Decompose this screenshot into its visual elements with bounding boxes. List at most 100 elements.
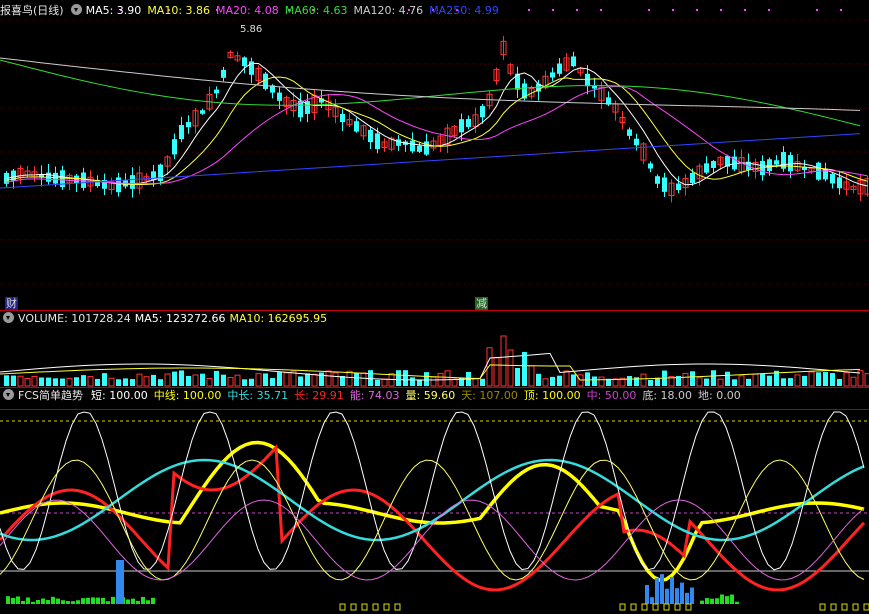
volume-bar-down bbox=[837, 379, 842, 386]
volume-bar-up bbox=[864, 373, 869, 387]
volume-bar-down bbox=[305, 373, 310, 386]
ma-label-2: MA20: 4.08 bbox=[216, 4, 279, 17]
fcs-green-bar bbox=[730, 594, 734, 604]
dropdown-icon[interactable] bbox=[3, 389, 14, 400]
fcs-green-bar bbox=[96, 597, 100, 604]
signal-dot bbox=[744, 9, 746, 11]
volume-bar-down bbox=[81, 375, 86, 386]
candle-down bbox=[242, 57, 247, 67]
fcs-blue-bar bbox=[675, 588, 679, 604]
candle-down bbox=[774, 160, 779, 165]
fcs-title: FCS简单趋势 bbox=[18, 389, 83, 402]
candle-down bbox=[585, 73, 590, 87]
candle-down bbox=[557, 63, 562, 74]
volume-bar-down bbox=[788, 378, 793, 386]
fcs-green-bar bbox=[6, 596, 10, 604]
volume-bar-down bbox=[221, 374, 226, 386]
volume-bar-down bbox=[711, 370, 716, 386]
candle-down bbox=[354, 121, 359, 132]
ma20-line bbox=[6, 85, 868, 184]
bottom-marker bbox=[350, 603, 357, 611]
candle-down bbox=[837, 177, 842, 189]
volume-bar-up bbox=[332, 372, 339, 387]
volume-bar-down bbox=[4, 375, 9, 386]
bottom-marker bbox=[674, 603, 681, 611]
volume-bar-up bbox=[752, 373, 759, 387]
volume-bar-down bbox=[270, 378, 275, 386]
candle-down bbox=[340, 113, 345, 123]
volume-bar-down bbox=[571, 374, 576, 386]
fcs-green-bar bbox=[101, 597, 105, 604]
dropdown-icon[interactable] bbox=[70, 4, 82, 15]
volume-bar-down bbox=[11, 375, 16, 386]
volume-bar-down bbox=[249, 378, 254, 386]
candle-down bbox=[410, 140, 415, 152]
signal-dot bbox=[768, 9, 770, 11]
signal-dot bbox=[840, 9, 842, 11]
fcs-green-bar bbox=[131, 598, 135, 604]
fcs-label-0: 短: 100.00 bbox=[91, 389, 148, 402]
bottom-marker bbox=[863, 603, 869, 611]
fcs-green-bar bbox=[151, 597, 155, 604]
volume-bar-up bbox=[143, 376, 150, 387]
volume-bar-up bbox=[486, 347, 493, 387]
volume-bar-down bbox=[648, 379, 653, 386]
stock-title: 报喜鸟(日线) bbox=[0, 4, 64, 17]
fcs-green-bar bbox=[86, 597, 90, 604]
candle-down bbox=[74, 175, 79, 184]
volume-bar-up bbox=[682, 372, 689, 387]
candle-down bbox=[704, 163, 709, 173]
ma-label-3: MA60: 4.63 bbox=[284, 4, 348, 17]
volume-bar-up bbox=[717, 378, 724, 387]
candle-down bbox=[767, 159, 772, 172]
reduce-tag[interactable]: 减 bbox=[475, 297, 488, 310]
fcs-blue-bar bbox=[660, 574, 664, 604]
volume-bar-down bbox=[823, 372, 828, 386]
ma120-line bbox=[0, 57, 861, 111]
volume-bar-down bbox=[172, 371, 177, 386]
volume-bar-down bbox=[116, 379, 121, 386]
fcs-blue-bar bbox=[680, 582, 684, 604]
signal-dot bbox=[600, 9, 602, 11]
candle-down bbox=[634, 138, 639, 146]
volume-bar-down bbox=[424, 372, 429, 386]
volume-bar-down bbox=[655, 377, 660, 386]
fcs-blue-bar bbox=[650, 597, 654, 604]
volume-bar-down bbox=[319, 372, 324, 386]
volume-bar-down bbox=[46, 377, 51, 386]
fcs-green-bar bbox=[36, 599, 40, 604]
finance-tag[interactable]: 财 bbox=[5, 297, 18, 310]
fcs-blue-bar bbox=[670, 576, 674, 604]
ma-label-4: MA120: 4.76 bbox=[353, 4, 424, 17]
fcs-green-bar bbox=[720, 594, 724, 604]
volume-bar-down bbox=[760, 373, 765, 386]
fcs-blue-bar bbox=[645, 584, 649, 604]
volume-ma5: MA5: 123272.66 bbox=[134, 312, 226, 325]
fcs-green-bar bbox=[136, 600, 140, 604]
volume-bar-down bbox=[130, 379, 135, 386]
stock-chart-canvas[interactable] bbox=[0, 0, 869, 614]
volume-panel-header: VOLUME: 101728.24 MA5: 123272.66 MA10: 162… bbox=[0, 311, 331, 327]
volume-bar-up bbox=[17, 375, 24, 387]
volume-bar-up bbox=[346, 370, 353, 387]
candle-down bbox=[550, 72, 555, 78]
bottom-marker bbox=[383, 603, 390, 611]
signal-dot bbox=[816, 9, 818, 11]
fcs-green-bar bbox=[46, 599, 50, 604]
candle-down bbox=[480, 106, 485, 118]
volume-bar-up bbox=[507, 349, 514, 387]
volume-bar-up bbox=[255, 373, 262, 387]
volume-bar-down bbox=[200, 373, 205, 386]
fcs-green-bar bbox=[725, 596, 729, 604]
volume-bar-up bbox=[311, 373, 318, 387]
signal-dot bbox=[720, 9, 722, 11]
signal-dot bbox=[696, 9, 698, 11]
volume-bar-up bbox=[325, 370, 332, 387]
fcs-green-bar bbox=[71, 601, 75, 604]
candle-down bbox=[179, 125, 184, 140]
fcs-volume-line bbox=[0, 459, 865, 581]
fcs-green-bar bbox=[735, 601, 739, 604]
signal-dot bbox=[648, 9, 650, 11]
volume-bar-up bbox=[381, 378, 388, 387]
dropdown-icon[interactable] bbox=[3, 312, 14, 323]
